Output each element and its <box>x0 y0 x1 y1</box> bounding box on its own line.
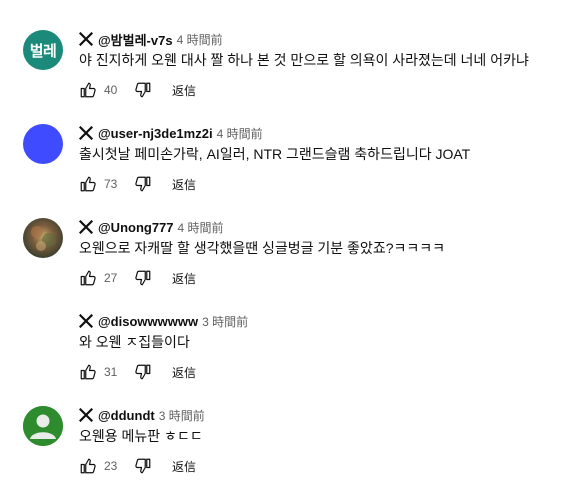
comment-timestamp[interactable]: 4 時間前 <box>177 31 223 48</box>
thumbs-up-icon[interactable] <box>79 363 97 381</box>
avatar[interactable] <box>23 406 63 446</box>
avatar[interactable] <box>23 124 63 164</box>
comment-author[interactable]: @밤벌레-v7s <box>98 30 173 49</box>
thumbs-down-icon[interactable] <box>134 175 152 193</box>
x-logo-icon <box>79 314 93 328</box>
default-user-icon <box>23 406 63 446</box>
comment-actions: 73 返信 <box>79 174 196 194</box>
thumbs-down-icon[interactable] <box>134 81 152 99</box>
comment-header: @user-nj3de1mz2i 4 時間前 <box>79 124 263 142</box>
comment-header: @disowwwwww 3 時間前 <box>79 312 248 330</box>
avatar-initials: 벌레 <box>29 41 57 60</box>
avatar[interactable] <box>23 218 63 258</box>
thumbs-down-icon[interactable] <box>134 269 152 287</box>
like-count: 73 <box>104 177 118 191</box>
like-count: 31 <box>104 365 118 379</box>
avatar[interactable]: 벌레 <box>23 30 63 70</box>
like-count: 40 <box>104 83 118 97</box>
reply-button[interactable]: 返信 <box>172 82 196 99</box>
comment-header: @ddundt 3 時間前 <box>79 406 205 424</box>
reply-button[interactable]: 返信 <box>172 176 196 193</box>
thumbs-up-icon[interactable] <box>79 269 97 287</box>
like-count: 27 <box>104 271 118 285</box>
comment-actions: 31 返信 <box>79 362 196 382</box>
comment-timestamp[interactable]: 4 時間前 <box>217 125 263 142</box>
thumbs-up-icon[interactable] <box>79 81 97 99</box>
x-logo-icon <box>79 408 93 422</box>
comment-author[interactable]: @user-nj3de1mz2i <box>98 126 213 141</box>
reply-button[interactable]: 返信 <box>172 458 196 475</box>
comment-text: 와 오웬 ㅈ집들이다 <box>79 334 190 350</box>
comment-timestamp[interactable]: 3 時間前 <box>202 313 248 330</box>
comment-author[interactable]: @ddundt <box>98 408 155 423</box>
comment-timestamp[interactable]: 3 時間前 <box>159 407 205 424</box>
comment-text: 야 진지하게 오웬 대사 짤 하나 본 것 만으로 할 의욕이 사라졌는데 너네… <box>79 52 529 68</box>
comment-author[interactable]: @Unong777 <box>98 220 174 235</box>
thumbs-down-icon[interactable] <box>134 457 152 475</box>
x-logo-icon <box>79 32 93 46</box>
comment-header: @Unong777 4 時間前 <box>79 218 224 236</box>
like-count: 23 <box>104 459 118 473</box>
comment-actions: 27 返信 <box>79 268 196 288</box>
thumbs-up-icon[interactable] <box>79 457 97 475</box>
reply-button[interactable]: 返信 <box>172 270 196 287</box>
comment-text: 오웬용 메뉴판 ㅎㄷㄷ <box>79 428 203 444</box>
comment-actions: 40 返信 <box>79 80 196 100</box>
comment-text: 오웬으로 자캐딸 할 생각했을땐 싱글벙글 기분 좋았죠?ㅋㅋㅋㅋ <box>79 240 446 256</box>
avatar-image <box>23 218 63 258</box>
comment-timestamp[interactable]: 4 時間前 <box>178 219 224 236</box>
x-logo-icon <box>79 126 93 140</box>
comment-header: @밤벌레-v7s 4 時間前 <box>79 30 223 48</box>
thumbs-up-icon[interactable] <box>79 175 97 193</box>
comment-actions: 23 返信 <box>79 456 196 476</box>
comment-text: 출시첫날 페미손가락, AI일러, NTR 그랜드슬램 축하드립니다 JOAT <box>79 146 471 162</box>
comment-author[interactable]: @disowwwwww <box>98 314 198 329</box>
reply-button[interactable]: 返信 <box>172 364 196 381</box>
x-logo-icon <box>79 220 93 234</box>
thumbs-down-icon[interactable] <box>134 363 152 381</box>
